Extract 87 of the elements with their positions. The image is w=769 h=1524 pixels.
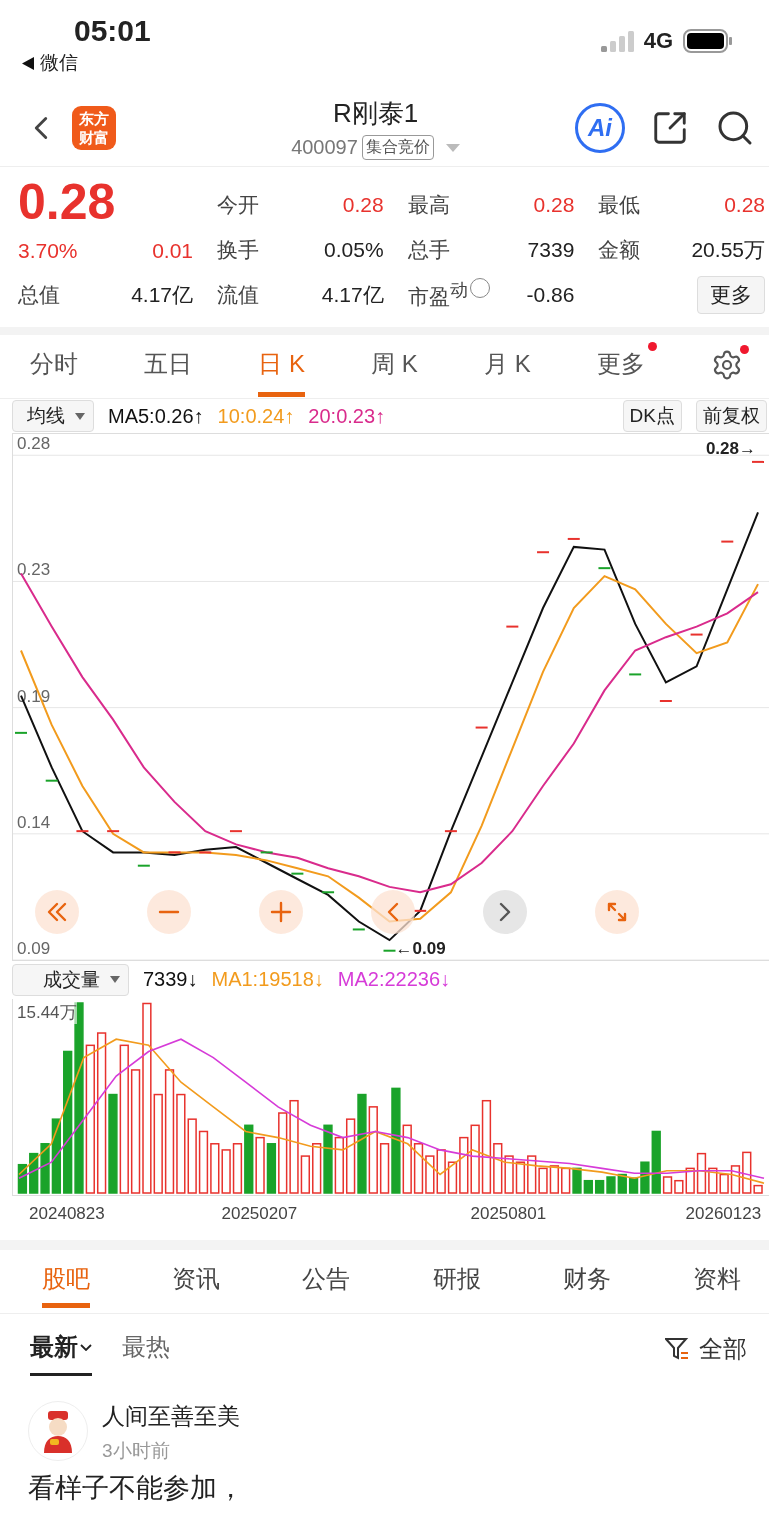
axis-label: 0.09 <box>17 938 51 958</box>
section-tab[interactable]: 研报 <box>432 1254 481 1308</box>
stat-value: 0.28 <box>533 193 575 218</box>
settings-icon[interactable] <box>711 348 743 381</box>
change-percent: 3.70% <box>18 239 78 264</box>
period-tab[interactable]: 五日 <box>144 336 193 398</box>
app-logo: 东方财富 <box>72 106 116 150</box>
axis-label: 0.14 <box>17 812 51 832</box>
indicator-value: 20:0.23↑ <box>308 404 386 428</box>
post-text[interactable]: 看样子不能参加， <box>28 1470 741 1506</box>
post-author[interactable]: 人间至善至美 <box>102 1401 741 1432</box>
stat-label: 流值 <box>217 281 259 308</box>
more-button[interactable]: 更多 <box>697 276 765 314</box>
period-tab[interactable]: 分时 <box>30 336 78 398</box>
stat-value: 4.17亿 <box>321 281 384 308</box>
indicator-value: 7339↓ <box>143 968 198 992</box>
share-icon[interactable] <box>651 109 689 147</box>
stat-value: 20.55万 <box>691 237 765 263</box>
chart-control-button[interactable] <box>371 889 415 934</box>
price-marker: 0.28→ <box>705 438 756 458</box>
volume-scale-label: 15.44万 <box>17 1000 77 1024</box>
signal-icon <box>600 30 634 52</box>
stat-label: 今开 <box>217 192 259 219</box>
stat-label: 市盈$^{动}$ <box>407 279 468 311</box>
change-amount: 0.01 <box>152 239 193 264</box>
chart-option-button[interactable]: DK点 <box>622 400 682 432</box>
chevron-left-icon <box>387 901 399 922</box>
sort-tab[interactable]: 最热 <box>122 1321 170 1377</box>
indicator-dropdown[interactable]: 均线 <box>12 400 94 432</box>
current-price: 0.28 <box>18 175 117 230</box>
stock-name: R刚泰1 <box>332 97 419 130</box>
chart-control-button[interactable] <box>595 889 639 934</box>
dropdown-icon[interactable] <box>445 143 460 152</box>
indicator-value: MA1:19518↓ <box>211 968 324 992</box>
indicator-value: MA5:0.26↑ <box>108 404 204 428</box>
stat-label: 金额 <box>598 237 641 263</box>
dropdown-caret-icon <box>110 976 120 984</box>
dropdown-caret-icon <box>75 412 85 420</box>
stock-code: 400097 <box>291 136 358 159</box>
post-time: 3小时前 <box>102 1439 171 1463</box>
expand-icon <box>607 901 627 922</box>
stat-value: -0.86 <box>526 282 575 307</box>
chart-option-button[interactable]: 前复权 <box>696 400 767 432</box>
date-label: 20250207 <box>221 1203 298 1224</box>
status-time: 05:01 <box>74 14 151 48</box>
minus-icon <box>158 909 180 914</box>
section-tab[interactable]: 资料 <box>692 1254 741 1308</box>
stat-value: 0.05% <box>324 238 384 262</box>
section-tab[interactable]: 公告 <box>302 1254 351 1308</box>
date-label: 20250801 <box>470 1203 547 1224</box>
chart-control-button[interactable] <box>35 889 79 934</box>
chevron-down-icon <box>80 1343 92 1351</box>
back-to-app-link[interactable]: 微信 <box>40 50 78 76</box>
plus-icon <box>270 900 292 923</box>
chevron-right-icon <box>499 901 511 922</box>
stat-label: 最高 <box>407 192 450 219</box>
trading-status-tag: 集合竞价 <box>361 135 434 160</box>
battery-icon <box>683 29 733 53</box>
stat-value: 0.28 <box>342 193 384 218</box>
network-type: 4G <box>643 28 673 54</box>
filter-button[interactable]: 全部 <box>659 1331 753 1366</box>
axis-label: 0.23 <box>17 560 51 580</box>
back-triangle-icon <box>22 56 34 70</box>
section-tab[interactable]: 资讯 <box>172 1254 221 1308</box>
ai-button[interactable]: Ai <box>575 103 625 153</box>
sort-tab[interactable]: 最新 <box>30 1321 92 1377</box>
stat-label: 换手 <box>217 237 259 263</box>
section-tab[interactable]: 财务 <box>562 1254 611 1308</box>
date-label: 20260123 <box>685 1203 762 1224</box>
stat-label: 总值 <box>18 282 60 309</box>
chart-control-button[interactable] <box>259 889 303 934</box>
date-label: 20240823 <box>29 1203 105 1224</box>
period-tab[interactable]: 周 K <box>371 336 418 398</box>
period-tab[interactable]: 月 K <box>484 336 531 398</box>
indicator-value: 10:0.24↑ <box>217 404 295 428</box>
price-marker: ←0.09 <box>395 938 446 958</box>
stat-value: 7339 <box>527 238 575 262</box>
stat-label: 总手 <box>407 237 450 263</box>
stat-value: 4.17亿 <box>131 282 193 309</box>
period-tab[interactable]: 更多 <box>596 336 645 398</box>
stat-label: 最低 <box>598 192 641 219</box>
filter-icon <box>665 1337 689 1360</box>
double-chevron-left-icon <box>47 901 67 922</box>
indicator-dropdown[interactable]: 成交量 <box>12 963 129 996</box>
stat-value: 0.28 <box>724 193 765 218</box>
axis-label: 0.28 <box>17 434 51 454</box>
indicator-value: MA2:22236↓ <box>337 968 451 992</box>
